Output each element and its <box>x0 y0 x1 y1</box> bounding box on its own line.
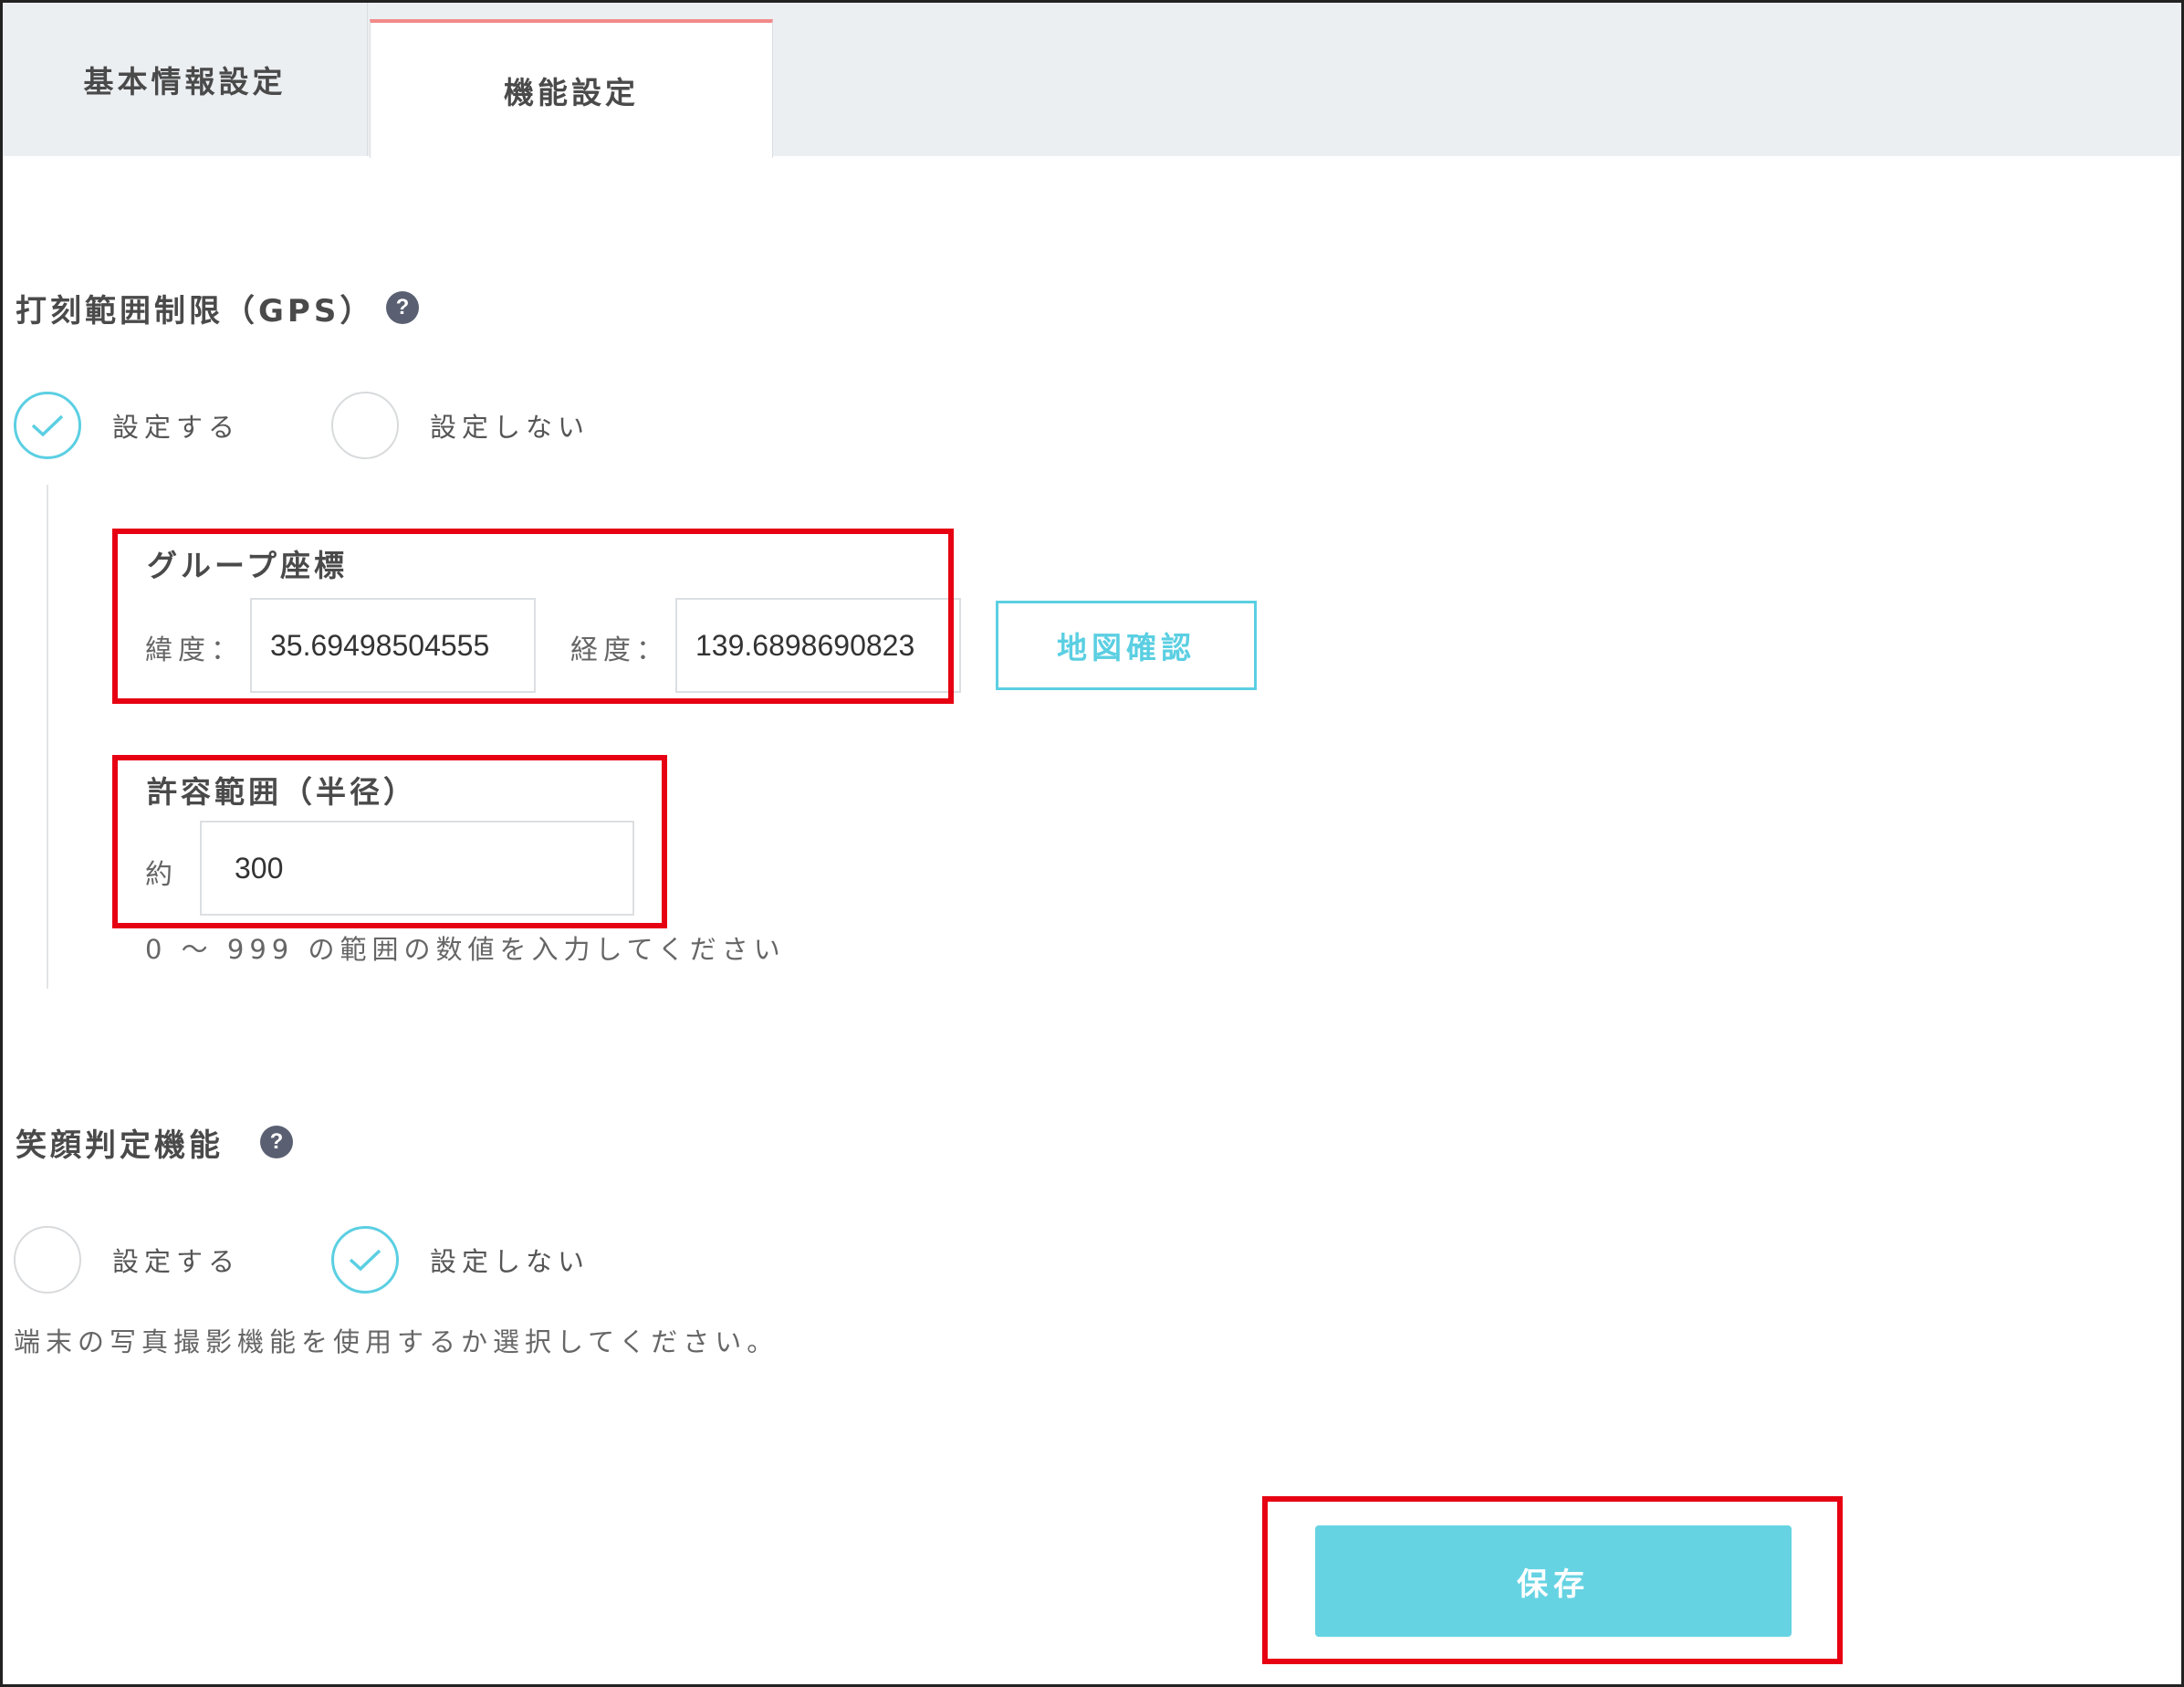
smile-description: 端末の写真撮影機能を使用するか選択してください。 <box>14 1326 779 1357</box>
radio-checked-icon <box>14 392 81 459</box>
map-confirm-button[interactable]: 地図確認 <box>996 601 1257 690</box>
radio-unchecked-icon <box>14 1226 81 1294</box>
gps-options-guide-line <box>47 485 48 989</box>
smile-radio-off-label: 設定しない <box>430 1246 590 1277</box>
gps-radio-on-label: 設定する <box>112 412 241 443</box>
latitude-input[interactable] <box>250 598 536 693</box>
radius-hint: 0 〜 999 の範囲の数値を入力してください <box>145 934 786 965</box>
group-coords-heading: グループ座標 <box>147 548 349 583</box>
radius-heading: 許容範囲（半径） <box>147 774 417 810</box>
gps-radio-off-label: 設定しない <box>430 412 590 443</box>
longitude-input[interactable] <box>675 598 961 693</box>
smile-radio-off[interactable]: 設定しない <box>331 1226 590 1294</box>
radio-unchecked-icon <box>331 392 399 459</box>
tab-function-settings[interactable]: 機能設定 <box>370 19 773 158</box>
settings-frame: 基本情報設定 機能設定 打刻範囲制限（GPS） ? 設定する 設定しない グルー… <box>0 0 2184 1687</box>
latitude-label: 緯度： <box>145 634 244 666</box>
smile-radio-on[interactable]: 設定する <box>14 1226 240 1294</box>
gps-radio-off[interactable]: 設定しない <box>331 392 590 459</box>
smile-radio-on-label: 設定する <box>112 1246 241 1277</box>
tab-basic-info[interactable]: 基本情報設定 <box>3 3 368 156</box>
radio-checked-icon <box>331 1226 399 1294</box>
radius-prefix-label: 約 <box>145 859 178 891</box>
gps-help-icon[interactable]: ? <box>386 291 419 324</box>
longitude-label: 経度： <box>570 634 669 666</box>
gps-section-title: 打刻範囲制限（GPS） <box>16 293 375 330</box>
smile-section-title: 笑顔判定機能 <box>16 1127 224 1164</box>
smile-help-icon[interactable]: ? <box>260 1126 293 1158</box>
tab-bar: 基本情報設定 機能設定 <box>3 3 2181 158</box>
radius-input[interactable] <box>200 821 634 916</box>
save-button[interactable]: 保存 <box>1315 1525 1792 1637</box>
gps-radio-on[interactable]: 設定する <box>14 392 240 459</box>
